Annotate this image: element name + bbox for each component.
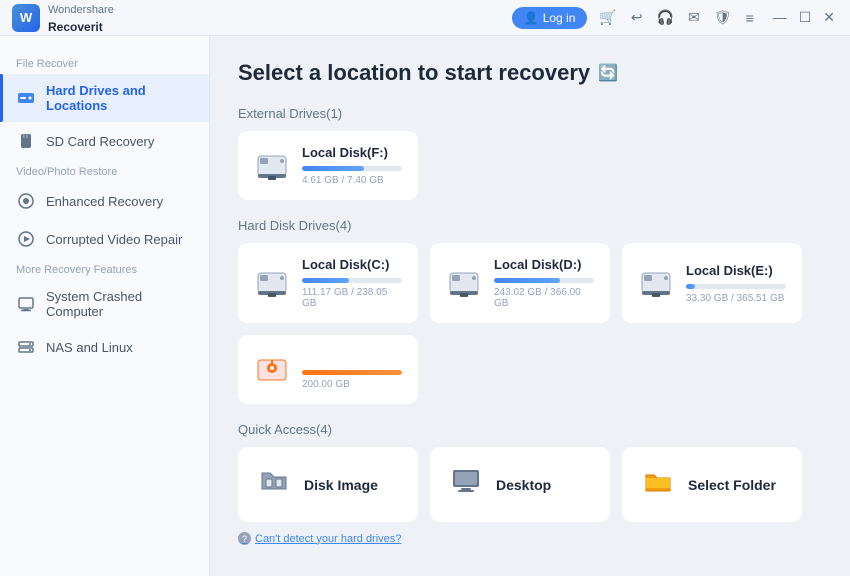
- title-bar: W Wondershare Recoverit 👤 Log in 🛒 ↩ 🎧 ✉…: [0, 0, 850, 36]
- drive-size-e: 33.30 GB / 365.51 GB: [686, 293, 786, 304]
- sidebar: File Recover Hard Drives and Locations S…: [0, 36, 210, 576]
- sd-card-icon: [16, 131, 36, 151]
- progress-fill-e: [686, 284, 695, 289]
- drive-card-f[interactable]: Local Disk(F:) 4.61 GB / 7.40 GB: [238, 131, 418, 200]
- section-label-file-recover: File Recover: [0, 52, 209, 74]
- cant-detect-link[interactable]: ? Can't detect your hard drives?: [238, 532, 822, 545]
- drive-card-d[interactable]: Local Disk(D:) 243.02 GB / 366.00 GB: [430, 243, 610, 323]
- progress-bar-e: [686, 284, 786, 289]
- arrow-icon[interactable]: ↩: [629, 7, 645, 28]
- drive-info-4: ‌ 200.00 GB: [302, 349, 402, 390]
- system-crashed-icon: [16, 294, 36, 314]
- select-folder-icon: [642, 465, 674, 504]
- drive-card-c[interactable]: Local Disk(C:) 111.17 GB / 238.05 GB: [238, 243, 418, 323]
- desktop-icon: [450, 465, 482, 504]
- section-label-video-photo: Video/Photo Restore: [0, 160, 209, 182]
- maximize-button[interactable]: ☐: [796, 9, 815, 26]
- progress-bar-4: [302, 370, 402, 375]
- drive-card-e[interactable]: Local Disk(E:) 33.30 GB / 365.51 GB: [622, 243, 802, 323]
- quick-access-row: Disk Image Desktop Select Folder: [238, 447, 822, 522]
- sidebar-item-nas-linux[interactable]: NAS and Linux: [0, 328, 209, 366]
- headset-icon[interactable]: 🎧: [655, 7, 676, 28]
- drive-size-4: 200.00 GB: [302, 379, 402, 390]
- drive-name-4: ‌: [302, 349, 402, 364]
- sidebar-item-hard-drives[interactable]: Hard Drives and Locations: [0, 74, 209, 122]
- page-header: Select a location to start recovery 🔄: [238, 60, 822, 86]
- shield-icon[interactable]: 🛡: [712, 7, 734, 28]
- drive-icon-f: [254, 148, 290, 184]
- sidebar-item-sd-card[interactable]: SD Card Recovery: [0, 122, 209, 160]
- sidebar-label-corrupted-video: Corrupted Video Repair: [46, 232, 182, 247]
- qa-card-desktop[interactable]: Desktop: [430, 447, 610, 522]
- disk-image-icon: [258, 465, 290, 504]
- progress-fill-4: [302, 370, 402, 375]
- progress-fill-c: [302, 278, 349, 283]
- drive-info-e: Local Disk(E:) 33.30 GB / 365.51 GB: [686, 263, 786, 304]
- progress-bar-d: [494, 278, 594, 283]
- enhanced-recovery-icon: [16, 191, 36, 211]
- quick-access-section: Quick Access(4) Disk Image Desktop: [238, 422, 822, 545]
- drive-icon-c: [254, 265, 290, 301]
- hard-disk-drives-section: Hard Disk Drives(4) Local Disk(C:) 111.1…: [238, 218, 822, 404]
- qa-label-select-folder: Select Folder: [688, 477, 776, 493]
- qa-label-disk-image: Disk Image: [304, 477, 378, 493]
- sidebar-item-corrupted-video[interactable]: Corrupted Video Repair: [0, 220, 209, 258]
- quick-access-label: Quick Access(4): [238, 422, 822, 437]
- drive-name-c: Local Disk(C:): [302, 257, 402, 272]
- progress-fill-d: [494, 278, 560, 283]
- nas-linux-icon: [16, 337, 36, 357]
- qa-card-select-folder[interactable]: Select Folder: [622, 447, 802, 522]
- title-bar-left: W Wondershare Recoverit: [12, 0, 114, 36]
- app-logo: W: [12, 4, 40, 32]
- drive-info-f: Local Disk(F:) 4.61 GB / 7.40 GB: [302, 145, 402, 186]
- drive-card-4[interactable]: ‌ 200.00 GB: [238, 335, 418, 404]
- drive-size-f: 4.61 GB / 7.40 GB: [302, 175, 402, 186]
- menu-icon[interactable]: ≡: [744, 8, 756, 28]
- hard-drive-icon: [16, 88, 36, 108]
- external-drives-section: External Drives(1) Local Disk(F:) 4.61 G…: [238, 106, 822, 200]
- drive-info-c: Local Disk(C:) 111.17 GB / 238.05 GB: [302, 257, 402, 309]
- drive-icon-e: [638, 265, 674, 301]
- drive-name-d: Local Disk(D:): [494, 257, 594, 272]
- hard-disk-drives-row-1: Local Disk(C:) 111.17 GB / 238.05 GB Loc…: [238, 243, 822, 323]
- sidebar-label-hard-drives: Hard Drives and Locations: [46, 83, 193, 113]
- sidebar-label-system-crashed: System Crashed Computer: [46, 289, 193, 319]
- mail-icon[interactable]: ✉: [686, 7, 702, 28]
- drive-name-e: Local Disk(E:): [686, 263, 786, 278]
- main-layout: File Recover Hard Drives and Locations S…: [0, 36, 850, 576]
- close-button[interactable]: ✕: [820, 9, 838, 26]
- drive-info-d: Local Disk(D:) 243.02 GB / 366.00 GB: [494, 257, 594, 309]
- external-drives-row: Local Disk(F:) 4.61 GB / 7.40 GB: [238, 131, 822, 200]
- qa-label-desktop: Desktop: [496, 477, 551, 493]
- hard-disk-drives-label: Hard Disk Drives(4): [238, 218, 822, 233]
- cart-icon[interactable]: 🛒: [597, 7, 618, 28]
- minimize-button[interactable]: —: [770, 9, 790, 26]
- sidebar-label-sd-card: SD Card Recovery: [46, 134, 154, 149]
- cant-detect-question-icon: ?: [238, 532, 251, 545]
- progress-bar-f: [302, 166, 402, 171]
- app-brand: Wondershare Recoverit: [48, 0, 114, 36]
- drive-size-c: 111.17 GB / 238.05 GB: [302, 287, 402, 309]
- drive-icon-4: [254, 352, 290, 388]
- corrupted-video-icon: [16, 229, 36, 249]
- sidebar-label-enhanced-recovery: Enhanced Recovery: [46, 194, 163, 209]
- page-title: Select a location to start recovery: [238, 60, 590, 86]
- sidebar-item-enhanced-recovery[interactable]: Enhanced Recovery: [0, 182, 209, 220]
- drive-size-d: 243.02 GB / 366.00 GB: [494, 287, 594, 309]
- drive-icon-d: [446, 265, 482, 301]
- content-area: Select a location to start recovery 🔄 Ex…: [210, 36, 850, 576]
- drive-name-f: Local Disk(F:): [302, 145, 402, 160]
- sidebar-item-system-crashed[interactable]: System Crashed Computer: [0, 280, 209, 328]
- login-button[interactable]: 👤 Log in: [512, 7, 588, 29]
- sidebar-label-nas-linux: NAS and Linux: [46, 340, 133, 355]
- hard-disk-drives-row-2: ‌ 200.00 GB: [238, 335, 822, 404]
- title-bar-right: 👤 Log in 🛒 ↩ 🎧 ✉ 🛡 ≡ — ☐ ✕: [512, 7, 838, 29]
- window-controls: — ☐ ✕: [770, 9, 838, 26]
- section-label-more-recovery: More Recovery Features: [0, 258, 209, 280]
- external-drives-label: External Drives(1): [238, 106, 822, 121]
- qa-card-disk-image[interactable]: Disk Image: [238, 447, 418, 522]
- refresh-icon[interactable]: 🔄: [598, 63, 618, 83]
- progress-fill-f: [302, 166, 364, 171]
- progress-bar-c: [302, 278, 402, 283]
